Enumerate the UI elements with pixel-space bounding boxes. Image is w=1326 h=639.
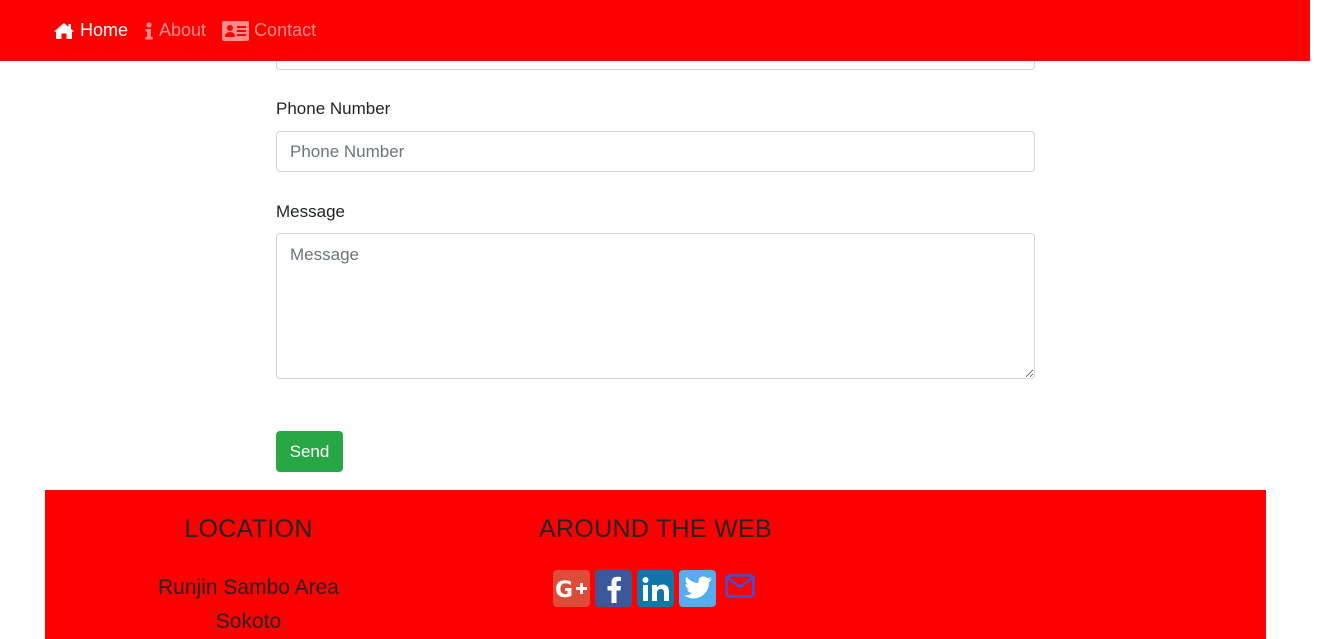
- nav-home-link[interactable]: Home: [53, 20, 128, 41]
- message-label: Message: [276, 202, 345, 221]
- envelope-icon: [725, 574, 755, 603]
- address: Runjin Sambo Area Sokoto: [45, 571, 452, 639]
- linkedin-icon: [642, 576, 670, 601]
- navbar: Home About Contact: [0, 0, 1310, 61]
- address-card-icon: [222, 20, 250, 41]
- social-links: G: [450, 570, 859, 607]
- phone-input[interactable]: [276, 131, 1035, 172]
- send-button[interactable]: Send: [276, 431, 343, 472]
- google-plus-icon: G: [554, 578, 590, 600]
- linkedin-button[interactable]: [637, 570, 674, 607]
- info-icon: [144, 21, 154, 40]
- page: Home About Contact Phone Number Message …: [0, 0, 1326, 639]
- location-section: LOCATION Runjin Sambo Area Sokoto: [45, 490, 452, 639]
- facebook-button[interactable]: [595, 570, 632, 607]
- phone-label: Phone Number: [276, 99, 391, 118]
- twitter-button[interactable]: [679, 570, 716, 607]
- location-heading: LOCATION: [184, 515, 313, 543]
- around-the-web-section: AROUND THE WEB G: [452, 490, 859, 607]
- home-icon: [53, 22, 75, 40]
- address-line-2: Sokoto: [215, 610, 282, 633]
- nav-about-link[interactable]: About: [144, 20, 206, 41]
- nav-contact-label: Contact: [254, 20, 317, 40]
- email-button[interactable]: [724, 570, 756, 607]
- facebook-icon: [606, 575, 622, 603]
- address-line-1: Runjin Sambo Area: [158, 576, 339, 599]
- google-plus-button[interactable]: G: [553, 570, 590, 607]
- around-the-web-heading: AROUND THE WEB: [539, 515, 772, 543]
- footer: LOCATION Runjin Sambo Area Sokoto AROUND…: [45, 490, 1266, 639]
- message-textarea[interactable]: [276, 233, 1035, 379]
- nav-home-label: Home: [80, 20, 129, 40]
- nav-contact-link[interactable]: Contact: [222, 20, 316, 41]
- nav-about-label: About: [159, 20, 207, 40]
- svg-text:G: G: [555, 578, 573, 600]
- twitter-icon: [683, 576, 713, 601]
